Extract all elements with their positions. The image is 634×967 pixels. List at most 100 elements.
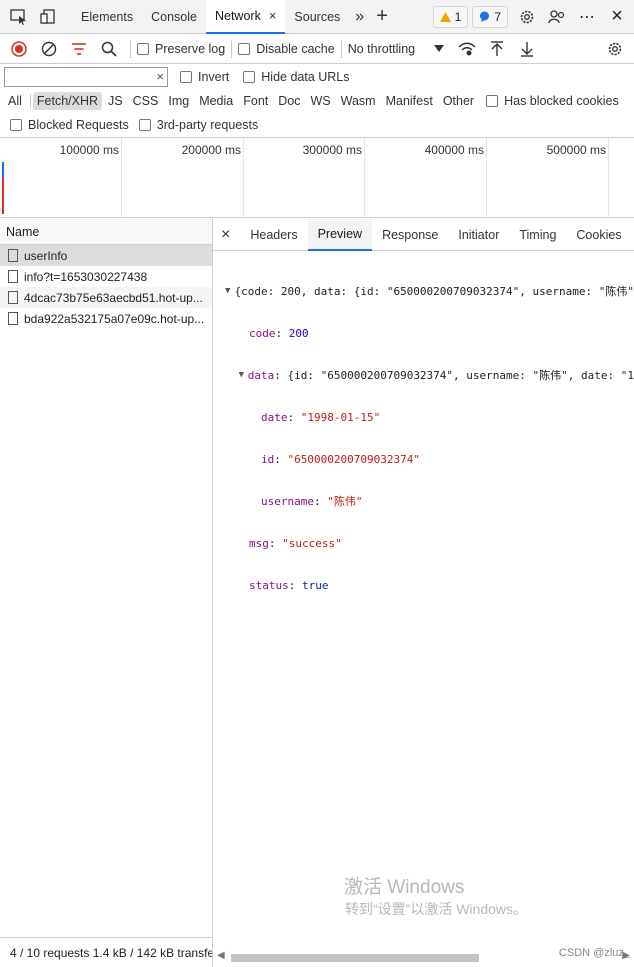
checkbox-box[interactable]: [10, 119, 22, 131]
type-filter-manifest[interactable]: Manifest: [382, 92, 437, 110]
expand-triangle-icon[interactable]: ▼: [221, 286, 235, 296]
timeline-load-marker: [2, 162, 4, 214]
file-icon: [8, 291, 18, 304]
json-root-row[interactable]: ▼ {code: 200, data: {id: "650000200709032…: [213, 283, 634, 299]
json-property-status: status: true: [213, 577, 634, 593]
export-har-button[interactable]: [512, 34, 542, 64]
filter-input[interactable]: ×: [4, 66, 168, 87]
checkbox-box[interactable]: [243, 70, 256, 83]
detail-tab-bar: × Headers Preview Response Initiator Tim…: [213, 218, 634, 251]
type-filter-all[interactable]: All: [4, 92, 26, 110]
search-icon: [101, 41, 117, 57]
tab-cookies[interactable]: Cookies: [566, 219, 631, 251]
upload-icon: [490, 40, 503, 56]
request-row[interactable]: bda922a532175a07e09c.hot-up...: [0, 308, 212, 329]
json-colon: :: [288, 578, 302, 592]
resource-type-filters: All Fetch/XHR JS CSS Img Media Font Doc …: [0, 89, 634, 113]
json-colon: :: [313, 494, 328, 508]
checkbox-box[interactable]: [238, 42, 251, 55]
type-filter-doc[interactable]: Doc: [274, 92, 304, 110]
file-icon: [8, 312, 18, 325]
more-options-button[interactable]: ⋯: [572, 2, 602, 32]
record-button[interactable]: [4, 34, 34, 64]
hide-data-urls-checkbox[interactable]: Hide data URLs: [243, 69, 350, 84]
scroll-left-icon[interactable]: ◀: [217, 950, 225, 961]
clear-filter-icon[interactable]: ×: [156, 69, 164, 84]
request-row[interactable]: info?t=1653030227438: [0, 266, 212, 287]
clear-button[interactable]: [34, 34, 64, 64]
filter-button[interactable]: [64, 34, 94, 64]
activate-windows-title: 激活 Windows: [344, 877, 465, 898]
invert-checkbox[interactable]: Invert: [180, 70, 229, 84]
devtools-tab-bar: Elements Console Network × Sources » + 1…: [0, 0, 634, 34]
tab-headers[interactable]: Headers: [240, 219, 307, 251]
network-toolbar: Preserve log Disable cache No throttling: [0, 34, 634, 64]
tab-response[interactable]: Response: [372, 219, 448, 251]
request-name: userInfo: [24, 248, 68, 263]
has-blocked-cookies-checkbox[interactable]: Has blocked cookies: [486, 94, 619, 108]
tab-initiator[interactable]: Initiator: [448, 219, 509, 251]
json-key: date: [261, 410, 288, 424]
chevron-down-icon: [433, 45, 444, 52]
third-party-checkbox[interactable]: 3rd-party requests: [138, 118, 258, 132]
request-detail-pane: × Headers Preview Response Initiator Tim…: [213, 218, 634, 967]
json-property-data[interactable]: ▼ data: {id: "650000200709032374", userna…: [213, 367, 634, 383]
messages-badge[interactable]: 7: [472, 5, 508, 28]
type-filter-font[interactable]: Font: [239, 92, 272, 110]
type-filter-js[interactable]: JS: [104, 92, 127, 110]
customize-button[interactable]: [542, 2, 572, 32]
json-key: status: [249, 578, 289, 592]
blocked-requests-checkbox[interactable]: Blocked Requests: [10, 118, 129, 132]
device-toolbar-button[interactable]: [34, 2, 64, 32]
close-devtools-button[interactable]: ×: [602, 2, 632, 32]
tab-network[interactable]: Network ×: [205, 0, 286, 34]
type-filter-ws[interactable]: WS: [306, 92, 334, 110]
type-filter-media[interactable]: Media: [195, 92, 237, 110]
import-har-button[interactable]: [482, 34, 512, 64]
expand-triangle-icon[interactable]: ▼: [235, 370, 248, 380]
scrollbar-thumb[interactable]: [231, 954, 479, 962]
toolbar-divider: [29, 94, 31, 108]
inspect-element-button[interactable]: [4, 2, 34, 32]
tab-sources[interactable]: Sources: [285, 0, 349, 34]
more-tabs-button[interactable]: »: [349, 0, 370, 34]
type-filter-img[interactable]: Img: [164, 92, 193, 110]
clear-icon: [41, 41, 57, 56]
preserve-log-checkbox[interactable]: Preserve log: [137, 42, 225, 56]
json-colon: :: [274, 452, 288, 466]
json-value: "陈伟": [327, 495, 363, 508]
settings-button[interactable]: [512, 2, 542, 32]
network-settings-button[interactable]: [600, 34, 630, 64]
name-column-header[interactable]: Name: [0, 219, 212, 245]
tab-console[interactable]: Console: [142, 0, 206, 34]
type-filter-other[interactable]: Other: [439, 92, 478, 110]
tab-elements[interactable]: Elements: [72, 0, 142, 34]
close-detail-button[interactable]: ×: [213, 219, 240, 251]
messages-count: 7: [494, 9, 501, 24]
checkbox-box[interactable]: [180, 70, 192, 83]
network-status-bar: 4 / 10 requests 1.4 kB / 142 kB transfer…: [0, 937, 212, 967]
wifi-settings-icon: [458, 42, 476, 55]
request-row[interactable]: 4dcac73b75e63aecbd51.hot-up...: [0, 287, 212, 308]
network-conditions-button[interactable]: [452, 34, 482, 64]
blocked-requests-label: Blocked Requests: [28, 118, 129, 132]
inspect-icon: [10, 8, 26, 25]
type-filter-fetch-xhr[interactable]: Fetch/XHR: [32, 92, 103, 110]
throttling-select[interactable]: No throttling: [348, 42, 444, 56]
type-filter-wasm[interactable]: Wasm: [337, 92, 380, 110]
request-name: bda922a532175a07e09c.hot-up...: [24, 311, 205, 326]
search-button[interactable]: [94, 34, 124, 64]
add-tab-button[interactable]: +: [370, 0, 394, 34]
hide-data-urls-label: Hide data URLs: [261, 69, 350, 84]
checkbox-box[interactable]: [137, 42, 149, 55]
close-tab-icon[interactable]: ×: [269, 8, 277, 23]
warnings-badge[interactable]: 1: [432, 5, 469, 28]
disable-cache-checkbox[interactable]: Disable cache: [238, 42, 335, 56]
request-row[interactable]: userInfo: [0, 245, 212, 266]
tab-preview[interactable]: Preview: [307, 218, 373, 251]
checkbox-box[interactable]: [138, 119, 151, 131]
tab-timing[interactable]: Timing: [509, 219, 566, 251]
type-filter-css[interactable]: CSS: [129, 92, 163, 110]
checkbox-box[interactable]: [486, 95, 499, 107]
timeline-overview[interactable]: 100000 ms 200000 ms 300000 ms 400000 ms …: [0, 137, 634, 218]
